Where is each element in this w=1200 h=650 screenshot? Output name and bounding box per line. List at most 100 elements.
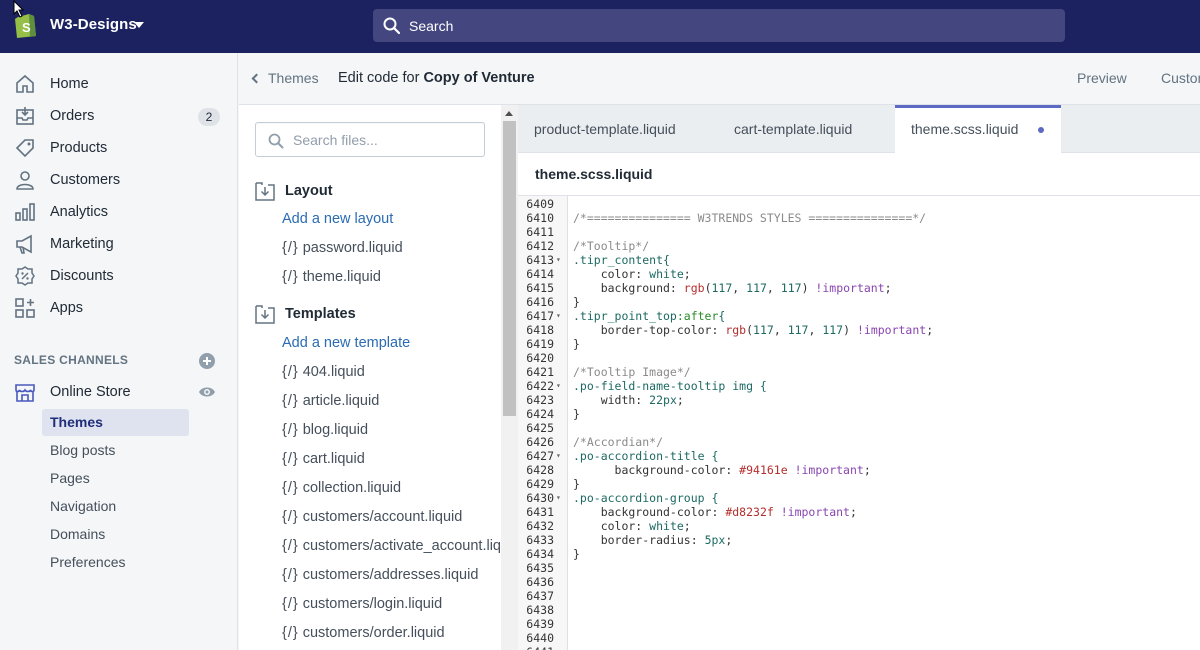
code-line[interactable]: 6433 border-radius: 5px; [518,533,1200,547]
file-item[interactable]: {/} blog.liquid [282,422,368,438]
code-line[interactable]: 6439 [518,617,1200,631]
code-line[interactable]: 6412 /*Tooltip*/ [518,239,1200,253]
global-search[interactable]: Search [373,9,1065,42]
add-layout-link[interactable]: Add a new layout [282,211,393,227]
sidebar-subitem-domains[interactable]: Domains [42,521,189,548]
code-line[interactable]: 6423 width: 22px; [518,393,1200,407]
code-line[interactable]: 6434} [518,547,1200,561]
scroll-up-icon[interactable] [505,111,513,116]
code-area[interactable]: 6409 6410 /*=============== W3TRENDS STYLE… [518,196,1200,650]
code-line[interactable]: 6417 ▾ .tipr_point_top:after{ [518,309,1200,323]
code-line[interactable]: 6441 [518,645,1200,650]
code-line[interactable]: 6411 [518,225,1200,239]
file-item[interactable]: {/} customers/activate_account.liquid [282,538,501,554]
file-item[interactable]: {/} customers/addresses.liquid [282,567,478,583]
add-channel-icon[interactable] [199,353,215,369]
fold-arrow-icon[interactable]: ▾ [556,449,561,463]
code-line[interactable]: 6432 color: white; [518,519,1200,533]
code-line[interactable]: 6435 [518,561,1200,575]
code-line[interactable]: 6438 [518,603,1200,617]
code-line[interactable]: 6415 background: rgb(117, 117, 117) !imp… [518,281,1200,295]
code-line[interactable]: 6424} [518,407,1200,421]
code-line[interactable]: 6418 border-top-color: rgb(117, 117, 117… [518,323,1200,337]
code-line[interactable]: 6426 /*Accordian*/ [518,435,1200,449]
tab-label: cart-template.liquid [734,121,853,137]
scrollbar-thumb[interactable] [503,121,516,416]
code-line[interactable]: 6440 [518,631,1200,645]
file-list-scrollbar[interactable] [501,105,518,650]
sidebar-item-online-store[interactable]: Online Store [0,377,238,407]
fold-arrow-icon[interactable]: ▾ [556,309,561,323]
code-text: background-color: #94161e !important; [573,463,871,477]
file-item[interactable]: {/} article.liquid [282,393,379,409]
code-text: background-color: #d8232f !important; [573,505,857,519]
code-text: .po-field-name-tooltip img { [573,379,767,393]
file-item[interactable]: {/} customers/login.liquid [282,596,442,612]
caret-down-icon[interactable] [134,22,144,28]
customize-theme-button[interactable]: Customize theme [1161,70,1200,86]
sidebar-item-apps[interactable]: Apps [0,293,238,323]
code-line[interactable]: 6428 background-color: #94161e !importan… [518,463,1200,477]
file-item[interactable]: {/} cart.liquid [282,451,365,467]
sidebar-subitem-navigation[interactable]: Navigation [42,493,189,520]
mouse-cursor-icon [13,0,25,18]
sidebar-item-analytics[interactable]: Analytics [0,197,238,227]
code-line[interactable]: 6416} [518,295,1200,309]
code-line[interactable]: 6429} [518,477,1200,491]
sidebar-item-label: Products [50,140,108,156]
file-search[interactable] [255,122,485,157]
code-line[interactable]: 6422 ▾ .po-field-name-tooltip img { [518,379,1200,393]
file-item[interactable]: {/} password.liquid [282,240,403,256]
sidebar-item-products[interactable]: Products [0,133,238,163]
code-line[interactable]: 6421 /*Tooltip Image*/ [518,365,1200,379]
file-item[interactable]: {/} customers/account.liquid [282,509,462,525]
code-line[interactable]: 6413 ▾ .tipr_content{ [518,253,1200,267]
file-item[interactable]: {/} 404.liquid [282,364,365,380]
file-search-input[interactable] [293,130,473,150]
tab-theme-scss[interactable]: theme.scss.liquid [895,105,1061,153]
code-line[interactable]: 6430 ▾ .po-accordion-group { [518,491,1200,505]
code-line[interactable]: 6419} [518,337,1200,351]
back-to-themes-link[interactable]: Themes [251,70,319,86]
edit-title-prefix: Edit code for [338,70,424,86]
fold-arrow-icon[interactable]: ▾ [556,253,561,267]
unsaved-dot-icon [1038,127,1044,133]
sidebar-item-home[interactable]: Home [0,69,238,99]
store-name[interactable]: W3-Designs [50,16,137,33]
file-item[interactable]: {/} collection.liquid [282,480,401,496]
code-line[interactable]: 6420 [518,351,1200,365]
code-line[interactable]: 6425 [518,421,1200,435]
folder-label: Layout [285,183,333,199]
search-placeholder: Search [409,18,454,34]
folder-label: Templates [285,306,356,322]
file-item[interactable]: {/} theme.liquid [282,269,381,285]
sidebar-item-orders[interactable]: Orders 2 [0,101,238,131]
preview-button[interactable]: Preview [1077,70,1127,86]
code-line[interactable]: 6410 /*=============== W3TRENDS STYLES ==… [518,211,1200,225]
tab-cart-template[interactable]: cart-template.liquid [718,105,893,153]
code-text: border-top-color: rgb(117, 117, 117) !im… [573,323,934,337]
code-line[interactable]: 6427 ▾ .po-accordion-title { [518,449,1200,463]
line-number: 6418 [526,323,554,337]
code-line[interactable]: 6414 color: white; [518,267,1200,281]
file-browser: Layout Add a new layout {/}password.liqu… [239,105,501,650]
open-file-title: theme.scss.liquid [518,153,1200,196]
sidebar-subitem-pages[interactable]: Pages [42,465,189,492]
sidebar-subitem-preferences[interactable]: Preferences [42,549,189,576]
liquid-file-icon: {/} [282,240,299,256]
tab-product-template[interactable]: product-template.liquid [518,105,706,153]
add-template-link[interactable]: Add a new template [282,335,410,351]
sidebar-item-discounts[interactable]: Discounts [0,261,238,291]
code-line[interactable]: 6431 background-color: #d8232f !importan… [518,505,1200,519]
fold-arrow-icon[interactable]: ▾ [556,491,561,505]
sidebar-item-marketing[interactable]: Marketing [0,229,238,259]
sidebar-item-customers[interactable]: Customers [0,165,238,195]
code-line[interactable]: 6436 [518,575,1200,589]
eye-icon[interactable] [198,385,216,399]
file-item[interactable]: {/} customers/order.liquid [282,625,445,641]
sidebar-subitem-blog-posts[interactable]: Blog posts [42,437,189,464]
code-line[interactable]: 6409 [518,197,1200,211]
fold-arrow-icon[interactable]: ▾ [556,379,561,393]
sidebar-subitem-themes[interactable]: Themes [42,409,189,436]
code-line[interactable]: 6437 [518,589,1200,603]
